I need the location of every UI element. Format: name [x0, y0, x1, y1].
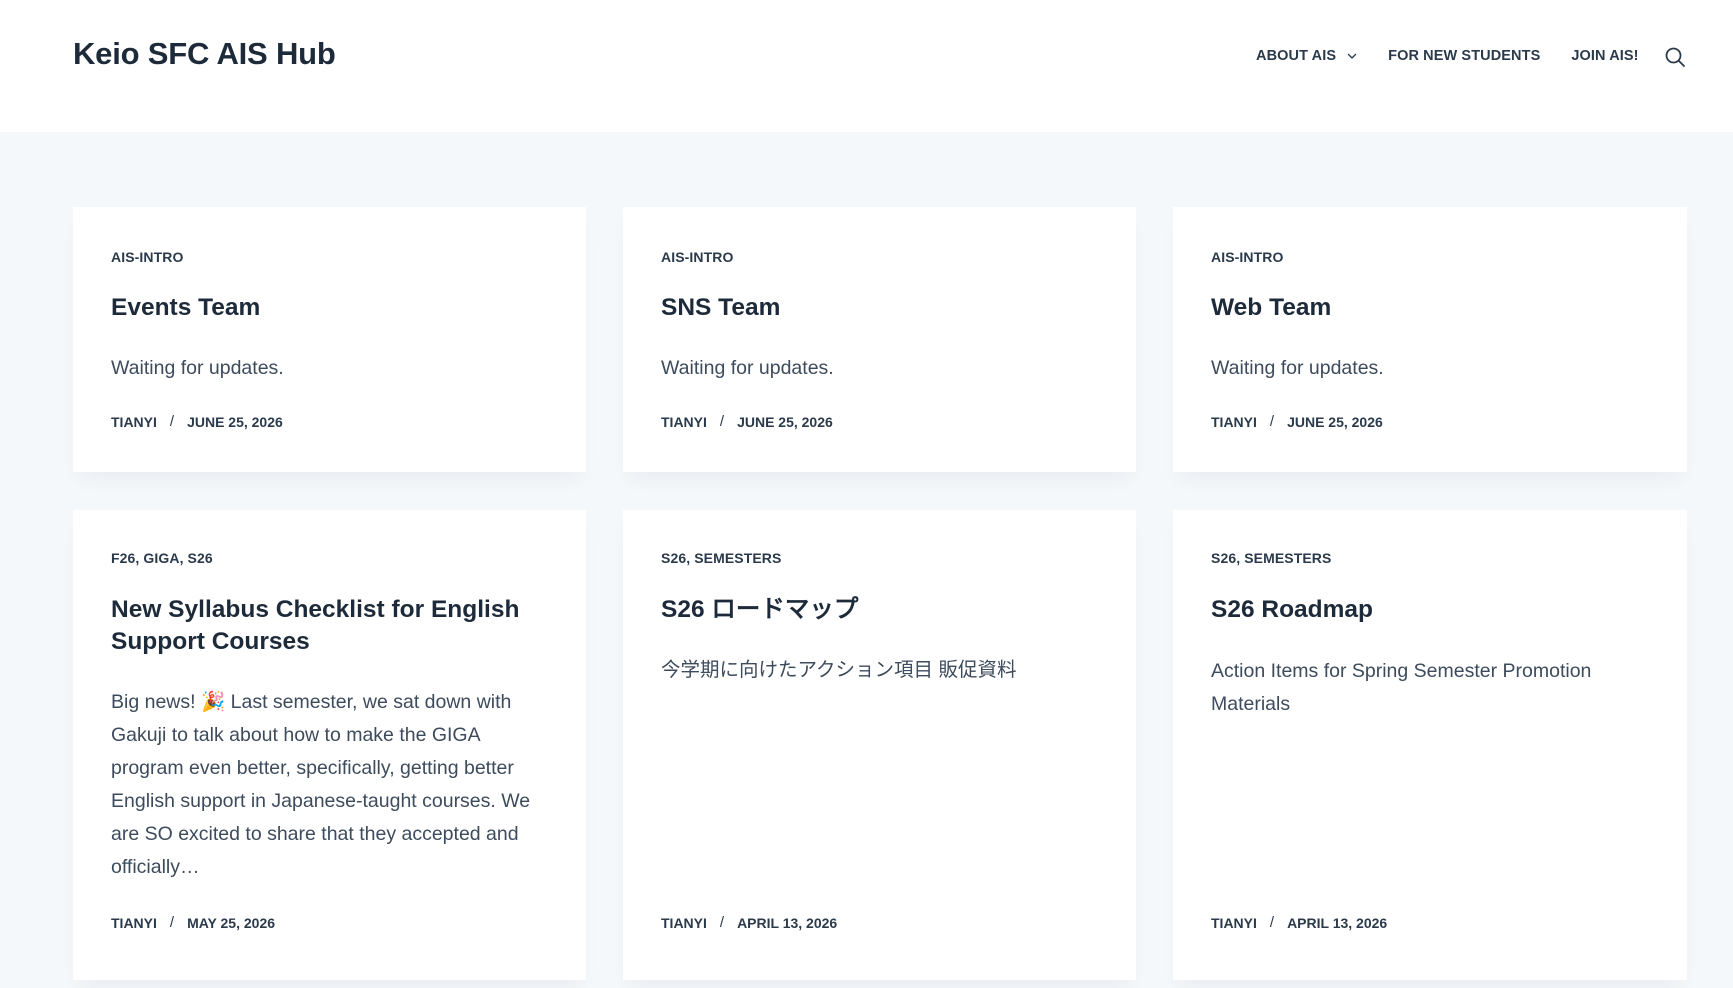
post-meta: TIANYI / APRIL 13, 2026 — [661, 914, 837, 931]
search-icon[interactable] — [1664, 46, 1686, 68]
chevron-down-icon[interactable] — [1347, 51, 1357, 61]
post-author[interactable]: TIANYI — [1211, 915, 1257, 931]
nav-item-label: ABOUT AIS — [1256, 48, 1337, 64]
main-nav: ABOUT AIS FOR NEW STUDENTS JOIN AIS! — [1256, 46, 1639, 66]
post-date: JUNE 25, 2026 — [737, 413, 833, 430]
meta-separator: / — [169, 413, 175, 430]
meta-separator: / — [719, 413, 725, 430]
post-card: F26, GIGA, S26 New Syllabus Checklist fo… — [73, 510, 586, 980]
post-excerpt: Waiting for updates. — [661, 357, 834, 379]
post-meta: TIANYI / MAY 25, 2026 — [111, 914, 275, 931]
post-excerpt: Waiting for updates. — [111, 357, 284, 379]
post-excerpt: Waiting for updates. — [1211, 357, 1384, 379]
post-card: S26, SEMESTERS S26 Roadmap Action Items … — [1173, 510, 1687, 980]
post-categories[interactable]: AIS-INTRO — [661, 249, 733, 265]
post-meta: TIANYI / JUNE 25, 2026 — [111, 413, 283, 430]
nav-item-label: FOR NEW STUDENTS — [1388, 48, 1541, 64]
post-card: AIS-INTRO Events Team Waiting for update… — [73, 207, 586, 472]
post-excerpt: 今学期に向けたアクション項目 販促資料 — [661, 659, 1017, 681]
site-header: Keio SFC AIS Hub ABOUT AIS FOR NEW STUDE… — [0, 0, 1733, 132]
post-author[interactable]: TIANYI — [661, 414, 707, 430]
post-date: APRIL 13, 2026 — [737, 914, 838, 931]
post-card: AIS-INTRO Web Team Waiting for updates. … — [1173, 207, 1687, 472]
post-meta: TIANYI / JUNE 25, 2026 — [1211, 413, 1383, 430]
post-title[interactable]: New Syllabus Checklist for English Suppo… — [111, 594, 548, 658]
meta-separator: / — [169, 914, 175, 931]
post-author[interactable]: TIANYI — [111, 414, 157, 430]
meta-separator: / — [1269, 413, 1275, 430]
post-meta: TIANYI / JUNE 25, 2026 — [661, 413, 833, 430]
post-author[interactable]: TIANYI — [1211, 414, 1257, 430]
post-title[interactable]: SNS Team — [661, 292, 1098, 324]
post-categories[interactable]: S26, SEMESTERS — [661, 550, 781, 566]
post-card: AIS-INTRO SNS Team Waiting for updates. … — [623, 207, 1136, 472]
post-meta: TIANYI / APRIL 13, 2026 — [1211, 914, 1387, 931]
nav-item-for-new-students[interactable]: FOR NEW STUDENTS — [1388, 48, 1540, 64]
post-date: JUNE 25, 2026 — [1287, 413, 1383, 430]
post-author[interactable]: TIANYI — [661, 915, 707, 931]
post-categories[interactable]: AIS-INTRO — [1211, 249, 1283, 265]
post-categories[interactable]: S26, SEMESTERS — [1211, 550, 1331, 566]
post-date: JUNE 25, 2026 — [187, 413, 283, 430]
nav-item-about-ais[interactable]: ABOUT AIS — [1256, 48, 1357, 64]
nav-item-label: JOIN AIS! — [1571, 48, 1639, 64]
meta-separator: / — [719, 914, 725, 931]
post-categories[interactable]: F26, GIGA, S26 — [111, 550, 213, 566]
post-date: APRIL 13, 2026 — [1287, 914, 1388, 931]
post-title[interactable]: Events Team — [111, 292, 548, 324]
post-excerpt: Big news! 🎉 Last semester, we sat down w… — [111, 691, 531, 878]
post-excerpt: Action Items for Spring Semester Promoti… — [1211, 660, 1592, 715]
meta-separator: / — [1269, 914, 1275, 931]
post-title[interactable]: S26 Roadmap — [1211, 594, 1649, 626]
nav-item-join-ais[interactable]: JOIN AIS! — [1571, 48, 1638, 64]
post-categories[interactable]: AIS-INTRO — [111, 249, 183, 265]
post-title[interactable]: Web Team — [1211, 292, 1649, 324]
site-title-link[interactable]: Keio SFC AIS Hub — [73, 36, 336, 72]
post-date: MAY 25, 2026 — [187, 914, 276, 931]
post-title[interactable]: S26 ロードマップ — [661, 594, 1098, 626]
post-author[interactable]: TIANYI — [111, 915, 157, 931]
post-card: S26, SEMESTERS S26 ロードマップ 今学期に向けたアクション項目… — [623, 510, 1136, 980]
